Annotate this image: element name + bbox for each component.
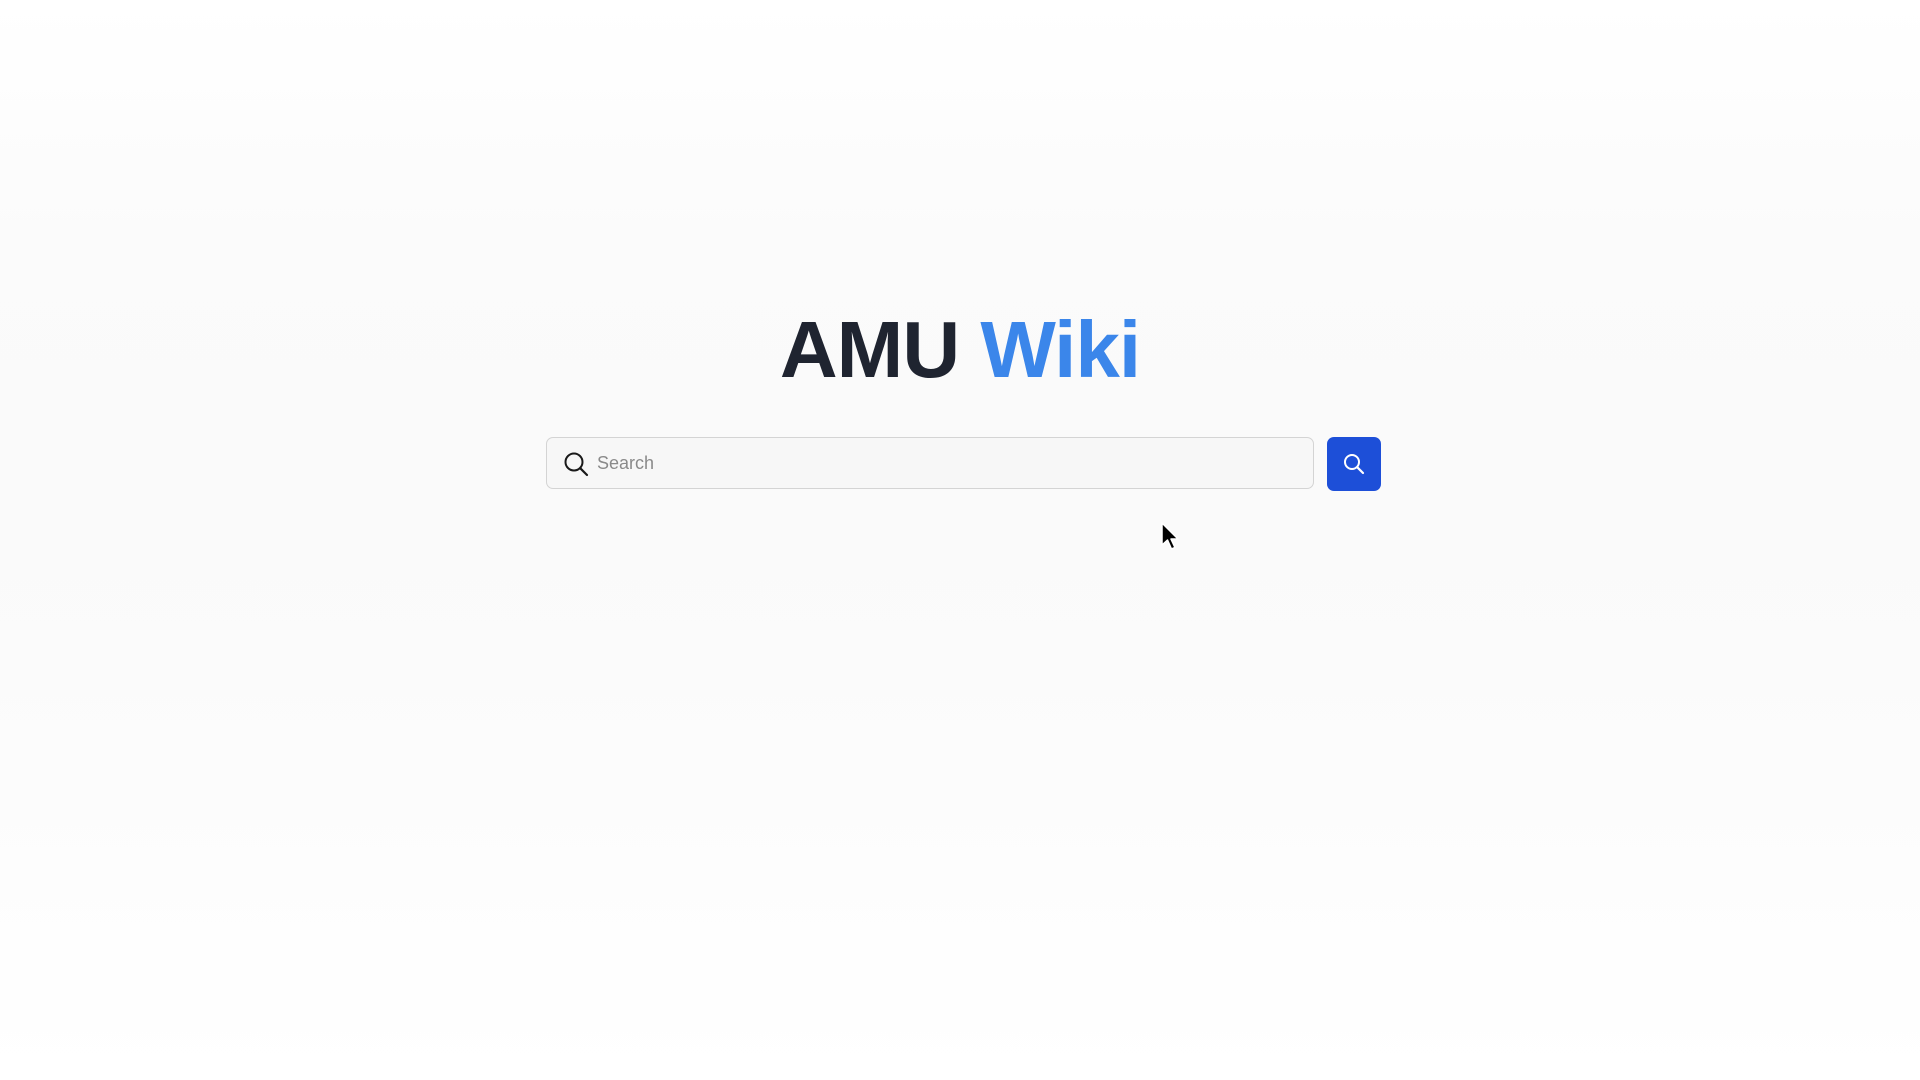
search-icon	[1342, 452, 1366, 476]
search-input[interactable]	[597, 438, 1297, 488]
brand-name-amu: AMU	[779, 305, 960, 394]
search-field[interactable]	[546, 437, 1314, 489]
site-logo-title: AMU Wiki	[0, 300, 1920, 400]
mouse-pointer-icon	[1160, 522, 1180, 552]
search-button[interactable]	[1327, 437, 1381, 491]
page: AMU Wiki	[0, 0, 1920, 1080]
search-bar	[546, 437, 1381, 491]
brand-name-wiki: Wiki	[980, 305, 1141, 394]
search-icon	[563, 451, 589, 477]
